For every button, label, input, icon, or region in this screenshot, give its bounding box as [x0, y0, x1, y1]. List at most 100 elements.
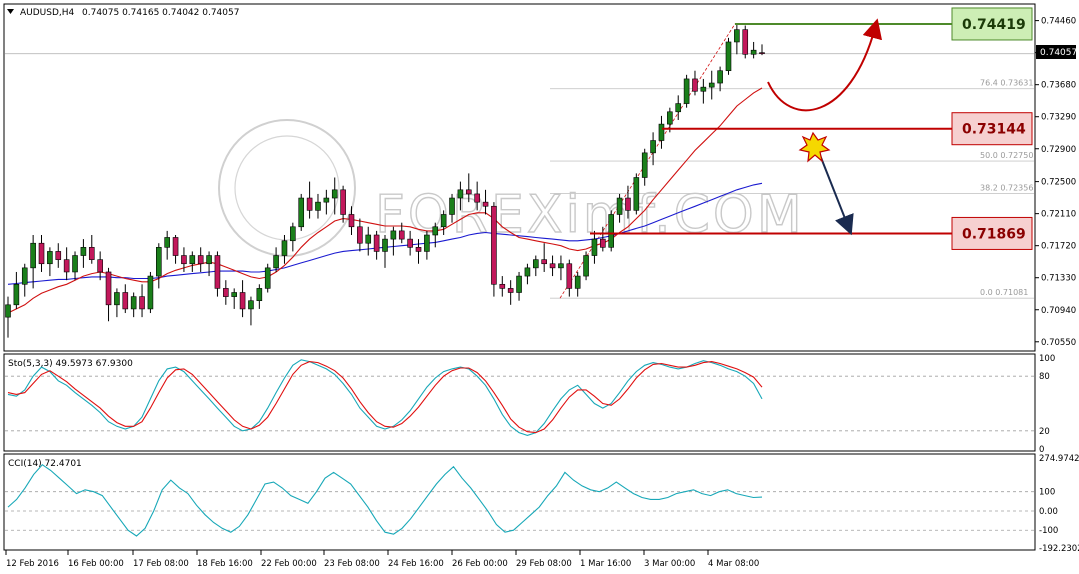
bear-candle — [348, 214, 355, 228]
bull-candle — [315, 201, 321, 211]
y-tick-label: 0.74460 — [1041, 17, 1076, 27]
bull-candle — [248, 300, 254, 310]
bull-candle — [30, 242, 36, 269]
current-price-label: 0.74057 — [1040, 48, 1077, 58]
bull-candle — [725, 41, 732, 72]
bear-candle — [415, 247, 422, 252]
sto-y-label: 100 — [1039, 354, 1055, 364]
burst-icon — [798, 131, 831, 163]
bear-candle — [340, 189, 346, 215]
sto-y-label: 20 — [1039, 427, 1050, 437]
bear-candle — [373, 234, 380, 252]
stochastic-lines — [5, 359, 1034, 436]
x-tick-label: 29 Feb 08:00 — [516, 559, 572, 569]
bear-candle — [172, 237, 179, 256]
bear-candle — [507, 288, 514, 293]
x-tick-label: 18 Feb 16:00 — [197, 559, 253, 569]
cci-y-label: -100 — [1039, 526, 1058, 536]
bear-candle — [474, 193, 480, 203]
bull-candle — [675, 103, 682, 113]
y-tick-label: 0.72500 — [1041, 178, 1076, 188]
bull-candle — [72, 255, 78, 273]
bear-candle — [223, 288, 229, 297]
bull-candle — [440, 214, 447, 228]
bear-candle — [491, 205, 497, 285]
cci-y-label: 100 — [1039, 488, 1055, 498]
bull-candle — [164, 237, 170, 248]
bull-candle — [608, 214, 615, 248]
sto-title: Sto(5,3,3) 49.5973 67.9300 — [8, 359, 133, 369]
y-tick-label: 0.70940 — [1041, 306, 1076, 316]
bear-candle — [214, 255, 221, 289]
bear-candle — [692, 78, 698, 92]
x-tick-label: 3 Mar 00:00 — [644, 559, 695, 569]
y-tick-label: 0.71330 — [1041, 274, 1076, 284]
level-label: 0.73144 — [962, 122, 1026, 138]
y-tick-label: 0.73290 — [1041, 113, 1076, 123]
bull-candle — [256, 288, 263, 302]
x-tick-label: 22 Feb 00:00 — [261, 559, 317, 569]
symbol-dropdown-icon[interactable] — [7, 9, 14, 14]
bull-candle — [574, 275, 581, 289]
bull-candle — [700, 86, 707, 92]
watermark-text: FOREXimf.COM — [375, 185, 805, 245]
x-tick-label: 1 Mar 16:00 — [580, 559, 631, 569]
bull-candle — [583, 255, 589, 277]
bull-candle — [13, 283, 20, 306]
bull-candle — [524, 267, 531, 277]
bear-candle — [181, 255, 187, 265]
bull-candle — [449, 197, 455, 215]
bull-candle — [231, 292, 237, 297]
bull-candle — [641, 152, 648, 178]
x-tick-label: 16 Feb 00:00 — [68, 559, 124, 569]
bear-candle — [239, 292, 246, 310]
bear-candle — [63, 259, 70, 273]
bull-candle — [281, 240, 288, 256]
x-tick-label: 26 Feb 00:00 — [452, 559, 508, 569]
y-tick-label: 0.73680 — [1041, 81, 1076, 91]
bull-candle — [667, 111, 673, 125]
cci-series-line — [7, 463, 763, 537]
y-tick-label: 0.72900 — [1041, 145, 1076, 155]
symbol-header: AUDUSD,H4 — [20, 8, 75, 18]
bullish-arrow — [767, 18, 883, 112]
bear-candle — [55, 251, 62, 260]
x-tick-label: 17 Feb 08:00 — [133, 559, 189, 569]
bull-candle — [734, 29, 740, 43]
bull-candle — [683, 78, 690, 104]
bull-candle — [80, 247, 87, 256]
bull-candle — [382, 238, 388, 252]
bull-candle — [273, 255, 279, 269]
bull-candle — [532, 259, 539, 269]
bull-candle — [457, 189, 464, 199]
bear-candle — [600, 238, 606, 248]
sto-y-axis: 10080200 — [1039, 354, 1055, 455]
bull-candle — [424, 234, 430, 252]
cci-panel[interactable] — [3, 453, 1036, 551]
bear-candle — [625, 197, 631, 211]
bear-candle — [541, 259, 547, 265]
bull-candle — [750, 49, 757, 55]
bear-candle — [97, 259, 103, 273]
bull-candle — [658, 123, 665, 141]
x-tick-label: 12 Feb 2016 — [6, 559, 59, 569]
x-tick-label: 23 Feb 08:00 — [324, 559, 380, 569]
bear-candle — [465, 189, 472, 195]
cci-line — [5, 463, 1034, 537]
bull-candle — [591, 238, 598, 256]
y-tick-label: 0.70550 — [1041, 338, 1076, 348]
bull-candle — [516, 275, 522, 293]
bull-candle — [189, 255, 196, 265]
sto-panel[interactable] — [3, 353, 1036, 452]
bull-candle — [650, 140, 656, 154]
bull-candle — [21, 267, 28, 285]
bear-candle — [197, 255, 204, 265]
sto-d-line — [7, 361, 763, 434]
bull-candle — [331, 189, 338, 199]
bull-candle — [156, 247, 162, 277]
y-tick-label: 0.72110 — [1041, 210, 1076, 220]
bear-candle — [357, 226, 363, 244]
main-y-axis: 0.744600.740700.736800.732900.729000.725… — [1035, 17, 1076, 348]
bull-candle — [290, 226, 296, 242]
time-axis: 12 Feb 2016 16 Feb 00:00 17 Feb 08:00 18 Fe… — [5, 550, 759, 569]
